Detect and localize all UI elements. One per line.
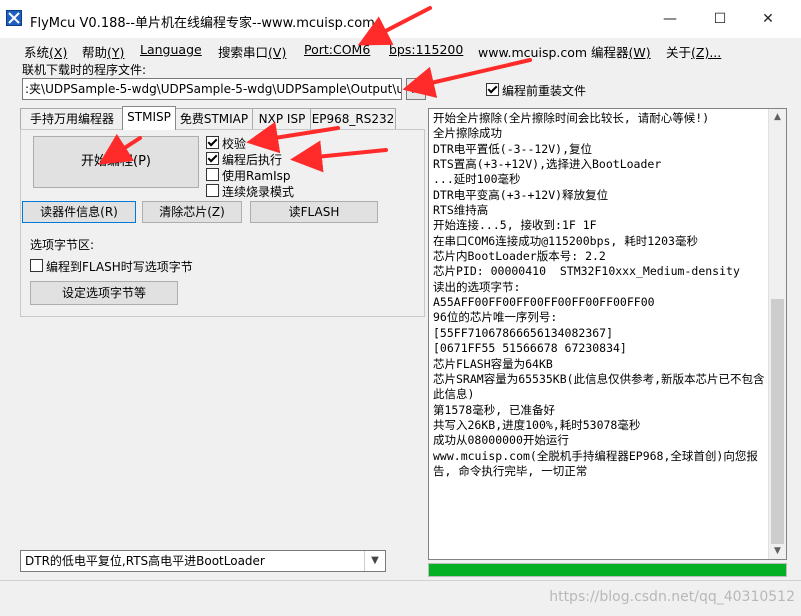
log-lines: 开始全片擦除(全片擦除时间会比较长, 请耐心等候!) 全片擦除成功 DTR电平置低(… <box>433 111 769 479</box>
browse-button[interactable]: ... <box>406 78 426 100</box>
log-line: DTR电平变高(+3-+12V)释放复位 <box>433 187 609 202</box>
app-icon <box>6 10 22 26</box>
menu-bar: 系统(X) 帮助(Y) Language 搜索串口(V) Port:COM6 b… <box>0 38 801 60</box>
scroll-down-icon[interactable]: ▼ <box>769 543 786 559</box>
verify-checkbox[interactable] <box>206 136 219 149</box>
scroll-up-icon[interactable]: ▲ <box>769 109 786 125</box>
menu-language[interactable]: Language <box>140 42 202 57</box>
program-options: 校验 编程后执行 使用RamIsp 连续烧录模式 <box>206 136 294 200</box>
log-line: 开始全片擦除(全片擦除时间会比较长, 请耐心等候!) <box>433 111 710 125</box>
log-line: 芯片内BootLoader版本号: 2.2 <box>433 249 606 264</box>
option-run-after[interactable]: 编程后执行 <box>206 152 294 168</box>
log-line: DTR电平置低(-3--12V),复位 <box>433 141 593 156</box>
log-line: [0671FF55 51566678 67230834] <box>433 341 627 356</box>
log-line: 共写入26KB,进度100%,耗时53078毫秒 <box>433 417 641 432</box>
log-line: 第1578毫秒, 已准备好 <box>433 402 556 417</box>
log-line: www.mcuisp.com(全脱机手持编程器EP968,全球首创)向您报告, … <box>433 448 758 478</box>
log-output[interactable]: 开始全片擦除(全片擦除时间会比较长, 请耐心等候!) 全片擦除成功 DTR电平置低(… <box>428 108 787 560</box>
tab-nxp-isp[interactable]: NXP ISP <box>252 108 312 129</box>
title-bar: FlyMcu V0.188--单片机在线编程专家--www.mcuisp.com… <box>0 0 801 38</box>
reload-before-program-checkbox[interactable]: 编程前重装文件 <box>486 82 586 99</box>
write-option-bytes-box[interactable] <box>30 259 43 272</box>
reload-checkbox-box[interactable] <box>486 83 499 96</box>
log-scrollbar[interactable]: ▲ ▼ <box>768 109 786 559</box>
maximize-button[interactable]: ☐ <box>700 6 740 32</box>
option-continuous[interactable]: 连续烧录模式 <box>206 184 294 200</box>
scroll-thumb[interactable] <box>771 299 784 544</box>
log-line: 96位的芯片唯一序列号: <box>433 310 558 325</box>
option-ramisp[interactable]: 使用RamIsp <box>206 168 294 184</box>
menu-search-port[interactable]: 搜索串口(V) <box>218 42 286 61</box>
log-line: 芯片SRAM容量为65535KB(此信息仅供参考,新版本芯片已不包含此信息) <box>433 371 765 402</box>
log-line: RTS维持高 <box>433 203 489 218</box>
watermark: https://blog.csdn.net/qq_40310512 <box>549 589 795 605</box>
log-line: 全片擦除成功 <box>433 126 502 141</box>
start-programming-button[interactable]: 开始编程(P) <box>33 136 199 188</box>
menu-about[interactable]: 关于(Z)... <box>666 42 721 61</box>
menu-system[interactable]: 系统(X) <box>24 42 67 61</box>
log-line: [55FF71067866656134082367] <box>433 325 614 340</box>
chevron-down-icon[interactable]: ▼ <box>364 551 385 571</box>
hex-file-path-input[interactable]: :夹\UDPSample-5-wdg\UDPSample-5-wdg\UDPSa… <box>22 78 402 100</box>
close-button[interactable]: ✕ <box>748 6 788 32</box>
status-bar: https://blog.csdn.net/qq_40310512 <box>0 580 801 616</box>
menu-port[interactable]: Port:COM6 <box>304 42 370 57</box>
write-option-bytes-checkbox[interactable]: 编程到FLASH时写选项字节 <box>30 258 193 275</box>
file-label: 联机下载时的程序文件: <box>22 63 147 77</box>
log-line: 芯片PID: 00000410 STM32F10xxx_Medium-densi… <box>433 264 740 279</box>
menu-programmer[interactable]: www.mcuisp.com 编程器(W) <box>478 42 651 61</box>
set-option-bytes-button[interactable]: 设定选项字节等 <box>30 281 178 305</box>
continuous-checkbox[interactable] <box>206 184 219 197</box>
option-bytes-group-label: 选项字节区: <box>30 238 95 252</box>
erase-chip-button[interactable]: 清除芯片(Z) <box>142 201 242 223</box>
log-line: 在串口COM6连接成功@115200bps, 耗时1203毫秒 <box>433 233 698 248</box>
tab-stmisp[interactable]: STMISP <box>122 106 176 130</box>
run-after-checkbox[interactable] <box>206 152 219 165</box>
minimize-button[interactable]: — <box>650 6 690 32</box>
tab-stmiap[interactable]: 免费STMIAP <box>174 108 254 129</box>
log-line: 开始连接...5, 接收到:1F 1F <box>433 218 597 233</box>
menu-help[interactable]: 帮助(Y) <box>82 42 124 61</box>
log-line: 芯片FLASH容量为64KB <box>433 356 553 371</box>
reset-mode-select[interactable]: DTR的低电平复位,RTS高电平进BootLoader ▼ <box>20 550 386 572</box>
read-flash-button[interactable]: 读FLASH <box>250 201 378 223</box>
log-line: ...延时100毫秒 <box>433 172 521 187</box>
tab-handheld[interactable]: 手持万用编程器 <box>20 108 124 129</box>
log-line: 读出的选项字节: <box>433 279 521 294</box>
window-title: FlyMcu V0.188--单片机在线编程专家--www.mcuisp.com <box>30 16 375 31</box>
menu-bps[interactable]: bps:115200 <box>389 42 463 57</box>
ramisp-checkbox[interactable] <box>206 168 219 181</box>
log-line: A55AFF00FF00FF00FF00FF00FF00FF00 <box>433 295 655 310</box>
progress-fill <box>429 564 786 576</box>
log-line: 成功从08000000开始运行 <box>433 433 569 448</box>
log-line: RTS置高(+3-+12V),选择进入BootLoader <box>433 157 662 172</box>
read-device-info-button[interactable]: 读器件信息(R) <box>22 201 136 223</box>
option-verify[interactable]: 校验 <box>206 136 294 152</box>
progress-bar <box>428 563 787 577</box>
tab-ep968[interactable]: EP968_RS232 <box>310 108 396 129</box>
